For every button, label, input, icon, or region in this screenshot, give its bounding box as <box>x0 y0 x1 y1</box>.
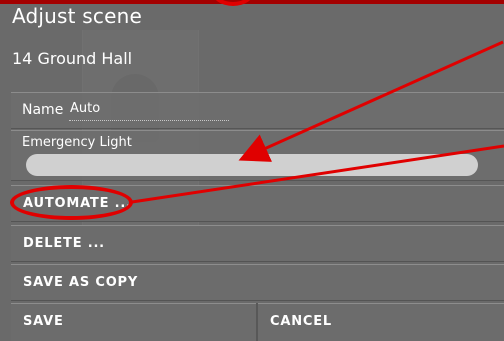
cancel-button[interactable]: CANCEL <box>258 303 504 341</box>
delete-button[interactable]: DELETE ... <box>11 225 504 262</box>
dialog-title: Adjust scene <box>12 4 142 28</box>
save-button[interactable]: SAVE <box>11 303 256 341</box>
annotation-automate-ellipse <box>10 185 133 220</box>
name-label: Name <box>22 102 64 118</box>
name-field[interactable]: Auto <box>70 101 100 117</box>
emergency-light-slider[interactable] <box>26 154 478 176</box>
save-as-copy-button-label: SAVE AS COPY <box>23 275 139 290</box>
save-button-label: SAVE <box>23 314 64 329</box>
name-field-underline <box>69 120 229 121</box>
cancel-button-label: CANCEL <box>270 314 332 329</box>
name-row: Name Auto <box>11 92 504 129</box>
scene-location: 14 Ground Hall <box>12 49 133 68</box>
emergency-light-row: Emergency Light <box>11 130 504 181</box>
save-as-copy-button[interactable]: SAVE AS COPY <box>11 264 504 301</box>
adjust-scene-dialog: Adjust scene 14 Ground Hall Name Auto Em… <box>0 0 504 341</box>
delete-button-label: DELETE ... <box>23 236 105 251</box>
emergency-light-label: Emergency Light <box>22 135 132 150</box>
